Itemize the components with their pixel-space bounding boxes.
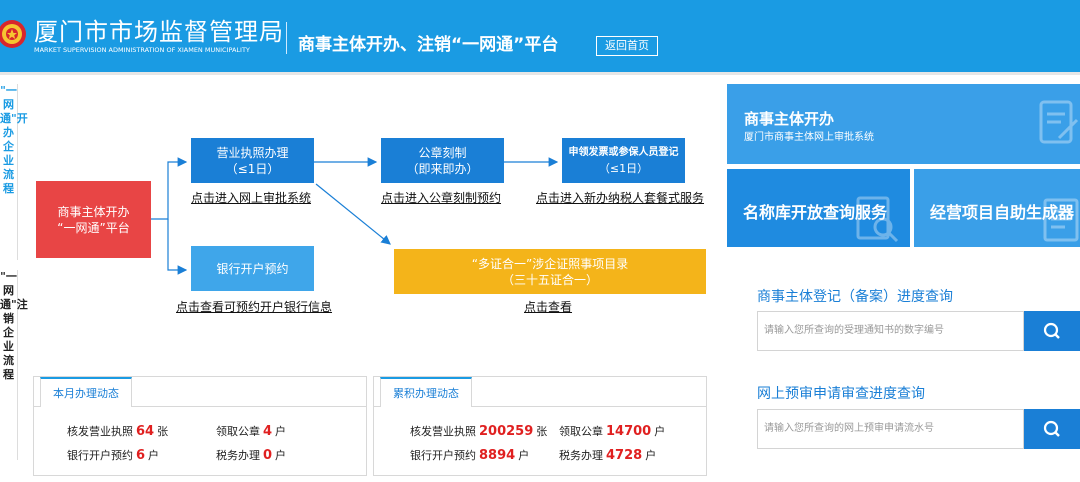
flow-bank-line1: 银行开户预约 — [216, 261, 289, 276]
bank-info-link[interactable]: 点击查看可预约开户银行信息 — [176, 298, 332, 315]
business-generator-card[interactable]: 经营项目自助生成器 — [914, 169, 1080, 247]
stat-label: 银行开户预约 — [67, 449, 133, 462]
stat-value: 200259 — [479, 424, 534, 439]
document-list-icon — [1043, 198, 1079, 242]
certs-catalog-link[interactable]: 点击查看 — [524, 298, 572, 315]
total-stats-panel: 累积办理动态 核发营业执照 200259 张 领取公章 14700 户 银行开户预约 88… — [373, 376, 707, 476]
search-document-icon — [856, 196, 899, 243]
stat-bank: 银行开户预约 6 户 — [67, 447, 159, 463]
stat-unit: 户 — [645, 449, 657, 462]
seal-reservation-link[interactable]: 点击进入公章刻制预约 — [381, 189, 501, 206]
header-divider — [286, 22, 287, 54]
card-subtitle: 厦门市商事主体网上审批系统 — [744, 132, 874, 143]
stat-label: 领取公章 — [559, 425, 603, 438]
flow-invoice-box[interactable]: 申领发票或参保人员登记 （≤1日） — [562, 138, 685, 183]
home-button[interactable]: 返回首页 — [596, 36, 658, 56]
stat-seal: 领取公章 4 户 — [216, 423, 286, 439]
stat-label: 银行开户预约 — [410, 449, 476, 462]
national-emblem-icon — [0, 20, 26, 48]
stat-value: 64 — [136, 424, 155, 439]
tab-monthly-stats[interactable]: 本月办理动态 — [40, 377, 132, 407]
registration-query-title: 商事主体登记（备案）进度查询 — [757, 289, 953, 305]
stat-label: 领取公章 — [216, 425, 260, 438]
stat-unit: 户 — [148, 449, 160, 462]
flow-seal-box[interactable]: 公章刻制 （即来即办） — [381, 138, 504, 183]
flow-bank-box[interactable]: 银行开户预约 — [191, 246, 314, 291]
search-icon — [1043, 420, 1060, 437]
stat-value: 14700 — [606, 424, 652, 439]
search-icon — [1043, 322, 1060, 339]
flow-start-line2: “一网通”平台 — [57, 220, 130, 235]
flow-invoice-line1: 申领发票或参保人员登记 — [568, 146, 679, 158]
stat-bank: 银行开户预约 8894 户 — [410, 447, 529, 463]
org-name-en: MARKET SUPERVISION ADMINISTRATION OF XIA… — [34, 46, 250, 54]
flow-seal-line1: 公章刻制 — [418, 145, 467, 160]
stat-label: 税务办理 — [216, 449, 260, 462]
monthly-stats-panel: 本月办理动态 核发营业执照 64 张 领取公章 4 户 银行开户预约 6 户 税务办理 0 户 — [33, 376, 367, 476]
business-open-card[interactable]: 商事主体开办 厦门市商事主体网上审批系统 — [727, 84, 1080, 164]
flow-license-line1: 营业执照办理 — [216, 145, 289, 160]
taxpayer-service-link[interactable]: 点击进入新办纳税人套餐式服务 — [536, 189, 704, 206]
stat-unit: 户 — [518, 449, 530, 462]
stat-value: 8894 — [479, 448, 516, 463]
site-header: 厦门市市场监督管理局 MARKET SUPERVISION ADMINISTRA… — [0, 0, 1080, 72]
pre-review-search-button[interactable] — [1024, 409, 1080, 449]
pre-review-query-title: 网上预审申请审查进度查询 — [757, 386, 925, 402]
stat-label: 核发营业执照 — [410, 425, 476, 438]
registration-number-input[interactable]: 请输入您所查询的受理通知书的数字编号 — [757, 311, 1024, 351]
stat-unit: 户 — [654, 425, 666, 438]
sidebar-tab-cancel-flow[interactable]: "一网通"注销企业流程 — [0, 270, 28, 460]
pre-review-number-input[interactable]: 请输入您所查询的网上预审申请流水号 — [757, 409, 1024, 449]
name-query-card[interactable]: 名称库开放查询服务 — [727, 169, 910, 247]
stat-unit: 张 — [157, 425, 169, 438]
flow-certs-line2: （三十五证合一） — [501, 272, 598, 287]
stat-value: 0 — [263, 448, 273, 463]
stat-unit: 户 — [275, 425, 287, 438]
platform-title: 商事主体开办、注销“一网通”平台 — [298, 35, 559, 55]
flow-start-box: 商事主体开办 “一网通”平台 — [36, 181, 151, 258]
stat-unit: 张 — [536, 425, 548, 438]
flow-start-line1: 商事主体开办 — [57, 204, 130, 219]
stat-license: 核发营业执照 64 张 — [67, 423, 168, 439]
stat-value: 4 — [263, 424, 273, 439]
license-system-link[interactable]: 点击进入网上审批系统 — [191, 189, 311, 206]
sidebar-tab-open-flow[interactable]: "一网通"开办企业流程 — [0, 84, 28, 260]
flow-invoice-line2: （≤1日） — [598, 161, 649, 175]
header-shadow — [0, 72, 1080, 75]
tab-total-stats[interactable]: 累积办理动态 — [380, 377, 472, 407]
document-edit-icon — [1039, 100, 1079, 144]
flow-license-box[interactable]: 营业执照办理 （≤1日） — [191, 138, 314, 183]
org-name: 厦门市市场监督管理局 — [34, 18, 284, 46]
stat-label: 核发营业执照 — [67, 425, 133, 438]
registration-search-button[interactable] — [1024, 311, 1080, 351]
flow-seal-line2: （即来即办） — [406, 161, 479, 176]
stat-seal: 领取公章 14700 户 — [559, 423, 665, 439]
stat-label: 税务办理 — [559, 449, 603, 462]
flow-certs-line1: “多证合一”涉企证照事项目录 — [471, 256, 629, 271]
stat-unit: 户 — [275, 449, 287, 462]
card-title: 商事主体开办 — [744, 110, 835, 128]
stat-tax: 税务办理 0 户 — [216, 447, 286, 463]
flow-certs-box[interactable]: “多证合一”涉企证照事项目录 （三十五证合一） — [394, 249, 706, 294]
stat-license: 核发营业执照 200259 张 — [410, 423, 547, 439]
flow-license-line2: （≤1日） — [225, 161, 280, 176]
stat-value: 6 — [136, 448, 146, 463]
stat-value: 4728 — [606, 448, 643, 463]
stat-tax: 税务办理 4728 户 — [559, 447, 656, 463]
